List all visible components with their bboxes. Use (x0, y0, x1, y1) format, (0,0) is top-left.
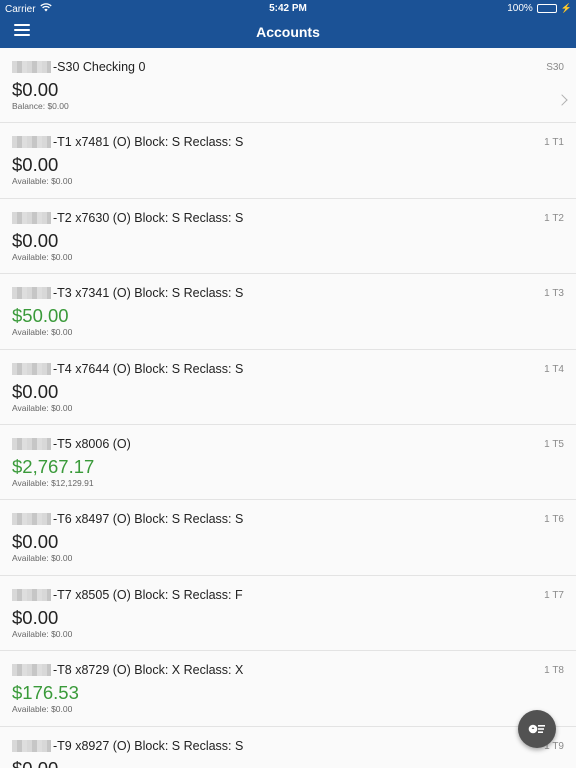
account-row[interactable]: -T3 x7341 (O) Block: S Reclass: S 1 T3 $50… (0, 274, 576, 350)
account-name-line: -T9 x8927 (O) Block: S Reclass: S (12, 739, 243, 753)
page-title: Accounts (256, 24, 320, 40)
account-available: Available: $0.00 (12, 327, 73, 338)
transfer-button[interactable] (518, 710, 556, 748)
app-root: Carrier 5:42 PM 100% ⚡ Accounts -S30 Che… (0, 0, 576, 768)
redacted-name (12, 739, 51, 752)
battery-icon (536, 4, 557, 13)
account-list: -S30 Checking 0 S30 $0.00 Balance: $0.00 -T1… (0, 48, 576, 768)
account-available: Available: $0.00 (12, 251, 73, 262)
account-amount: $2,767.17 (12, 455, 95, 477)
account-row[interactable]: -T5 x8006 (O) 1 T5 $2,767.17 Available: $12… (0, 424, 576, 501)
account-name: -T7 x8505 (O) Block: S Reclass: F (53, 587, 243, 602)
redacted-name (12, 362, 51, 375)
account-amount: $0.00 (12, 380, 59, 402)
account-amount: $0.00 (12, 229, 59, 251)
transfer-icon (528, 724, 545, 734)
account-row[interactable]: -T2 x7630 (O) Block: S Reclass: S 1 T2 $0.… (0, 198, 576, 275)
account-name: -T2 x7630 (O) Block: S Reclass: S (53, 210, 244, 225)
account-available: Available: $0.00 (12, 704, 73, 715)
account-row[interactable]: -T6 x8497 (O) Block: S Reclass: S 1 T6 $0.… (0, 500, 576, 576)
redacted-name (12, 513, 51, 526)
account-amount: $0.00 (12, 531, 59, 553)
account-name-line: -T2 x7630 (O) Block: S Reclass: S (12, 211, 243, 225)
nav-bar: Accounts (0, 16, 576, 48)
account-code: 1 T8 (544, 665, 564, 677)
account-row[interactable]: -S30 Checking 0 S30 $0.00 Balance: $0.00 (0, 48, 576, 124)
account-code: 1 T1 (544, 137, 564, 149)
account-code: 1 T4 (544, 363, 564, 375)
account-name-line: -T5 x8006 (O) (12, 437, 131, 451)
account-available: Available: $12,129.91 (12, 477, 94, 488)
account-name-line: -T7 x8505 (O) Block: S Reclass: F (12, 588, 243, 602)
header: Carrier 5:42 PM 100% ⚡ Accounts (0, 0, 576, 48)
redacted-name (12, 61, 51, 73)
account-code: 1 T2 (544, 212, 564, 224)
account-amount: $0.00 (12, 154, 59, 176)
account-available: Available: $0.00 (12, 402, 73, 413)
account-row[interactable]: -T4 x7644 (O) Block: S Reclass: S 1 T4 $0.… (0, 349, 576, 425)
account-name-line: -T4 x7644 (O) Block: S Reclass: S (12, 362, 243, 376)
charging-icon: ⚡ (560, 3, 572, 13)
account-available: Balance: $0.00 (12, 101, 69, 111)
account-name: -T5 x8006 (O) (53, 436, 131, 451)
status-time: 5:42 PM (269, 3, 307, 14)
account-name: -T6 x8497 (O) Block: S Reclass: S (53, 512, 244, 527)
battery-percent: 100% (507, 3, 533, 14)
account-amount: $0.00 (12, 79, 59, 100)
account-name: -T8 x8729 (O) Block: X Reclass: X (53, 663, 244, 678)
account-name: -T4 x7644 (O) Block: S Reclass: S (53, 361, 244, 376)
redacted-name (12, 664, 51, 677)
account-amount: $176.53 (12, 682, 79, 704)
account-row[interactable]: -T8 x8729 (O) Block: X Reclass: X 1 T8 $17… (0, 651, 576, 727)
redacted-name (12, 287, 51, 300)
account-name-line: -T8 x8729 (O) Block: X Reclass: X (12, 663, 243, 677)
account-name-line: -S30 Checking 0 (12, 60, 145, 74)
chevron-right-icon[interactable] (556, 94, 568, 106)
account-name: -T1 x7481 (O) Block: S Reclass: S (53, 135, 244, 150)
account-code: 1 T7 (544, 589, 564, 601)
redacted-name (12, 211, 51, 224)
account-name: -S30 Checking 0 (53, 60, 146, 74)
account-name-line: -T3 x7341 (O) Block: S Reclass: S (12, 286, 243, 300)
status-right: 100% ⚡ (507, 3, 572, 14)
account-name: -T3 x7341 (O) Block: S Reclass: S (53, 286, 244, 301)
account-amount: $50.00 (12, 305, 69, 327)
account-amount: $0.00 (12, 606, 59, 628)
account-code: 1 T3 (544, 288, 564, 300)
account-code: S30 (546, 62, 564, 73)
account-available: Available: $0.00 (12, 628, 73, 639)
account-name: -T9 x8927 (O) Block: S Reclass: S (53, 738, 244, 753)
account-code: 1 T5 (544, 438, 564, 450)
redacted-name (12, 136, 51, 149)
account-row[interactable]: -T7 x8505 (O) Block: S Reclass: F 1 T7 $0.… (0, 575, 576, 652)
status-bar: Carrier 5:42 PM 100% ⚡ (0, 0, 576, 16)
account-row[interactable]: -T1 x7481 (O) Block: S Reclass: S 1 T1 $0.… (0, 123, 576, 199)
account-amount: $0.00 (12, 758, 58, 768)
redacted-name (12, 437, 51, 450)
redacted-name (12, 588, 51, 601)
account-name-line: -T1 x7481 (O) Block: S Reclass: S (12, 135, 243, 149)
account-name-line: -T6 x8497 (O) Block: S Reclass: S (12, 512, 243, 526)
account-available: Available: $0.00 (12, 553, 73, 564)
account-row[interactable]: -T9 x8927 (O) Block: S Reclass: S1 T9$0.… (0, 726, 576, 768)
account-available: Available: $0.00 (12, 176, 73, 187)
account-code: 1 T6 (544, 514, 564, 526)
